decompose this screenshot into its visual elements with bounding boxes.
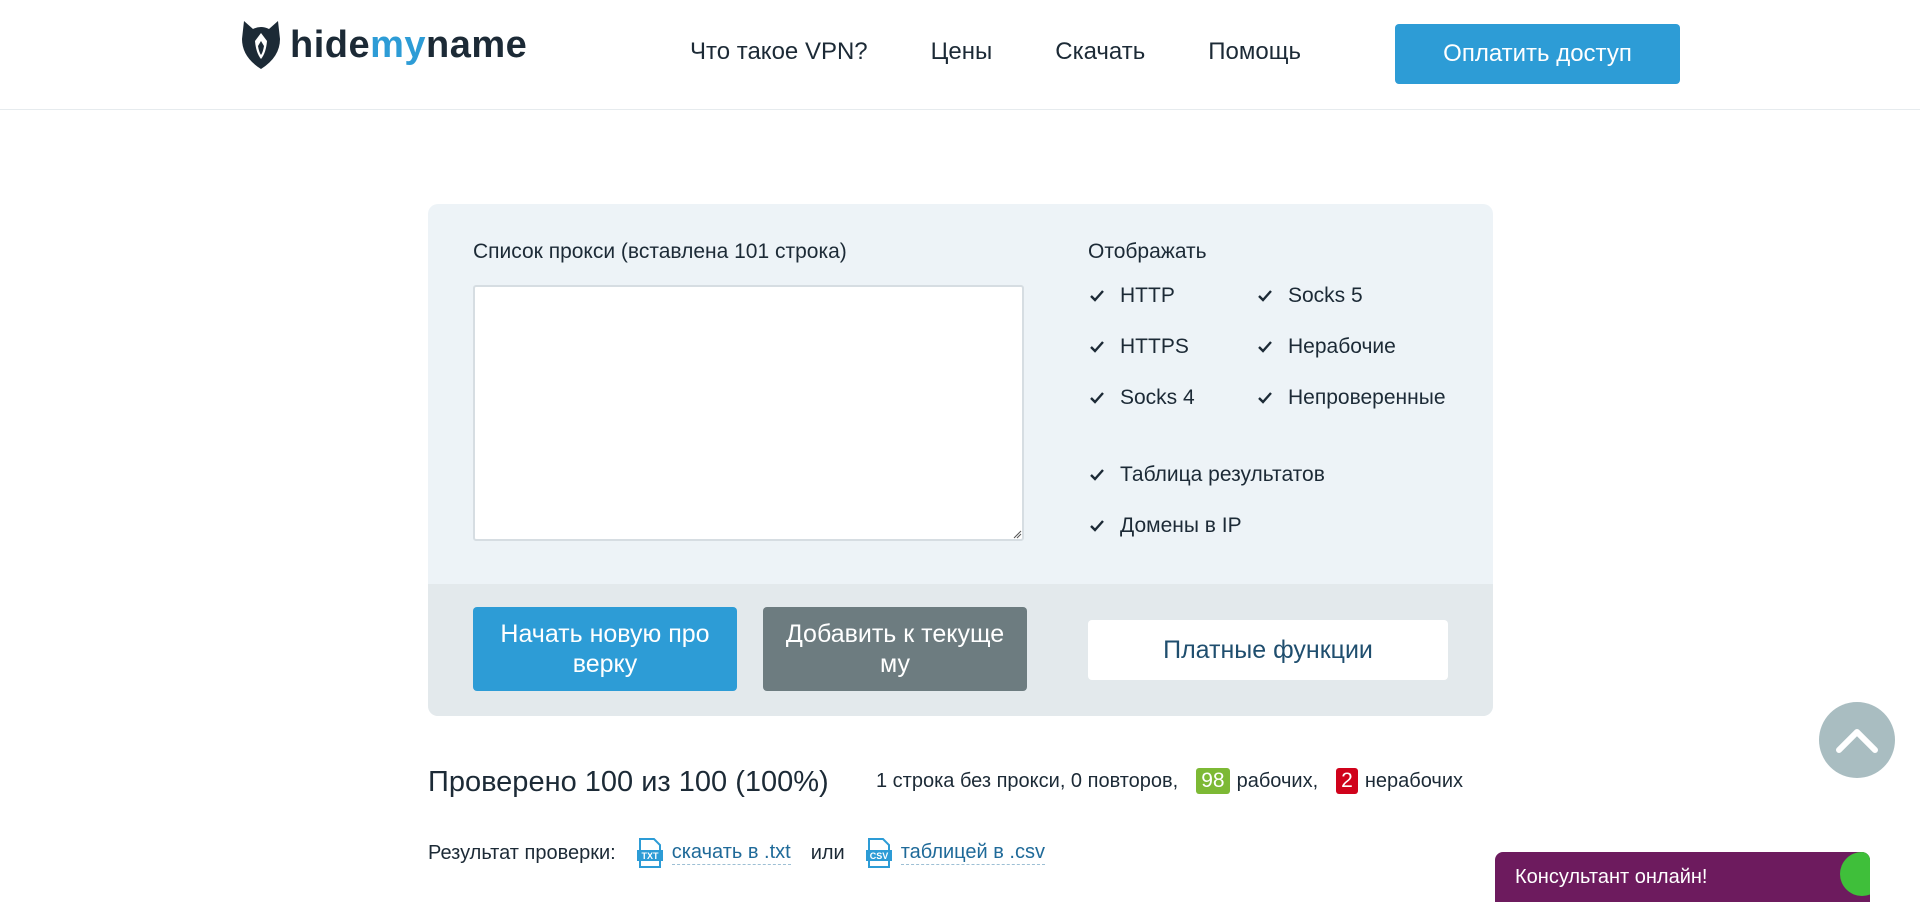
pay-access-button[interactable]: Оплатить доступ: [1395, 24, 1680, 84]
nav-item-what-is-vpn[interactable]: Что такое VPN?: [690, 38, 868, 66]
filter-unchecked-checkbox[interactable]: Непроверенные: [1256, 386, 1446, 410]
filter-socks4-checkbox[interactable]: Socks 4: [1088, 386, 1195, 410]
download-txt-link[interactable]: TXT скачать в .txt: [636, 838, 791, 868]
domains-to-ip-label: Домены в IP: [1120, 514, 1242, 537]
svg-text:TXT: TXT: [641, 851, 659, 861]
consultant-label: Консультант онлайн!: [1515, 865, 1708, 888]
online-status-icon: [1840, 852, 1870, 896]
panel-actions: Начать новую про верку Добавить к текуще…: [428, 584, 1493, 716]
checkmark-icon: [1256, 389, 1274, 407]
checkmark-icon: [1256, 287, 1274, 305]
logo-text: hidemyname: [290, 23, 528, 66]
download-csv-text: таблицей в .csv: [900, 841, 1045, 865]
main-nav: Что такое VPN? Цены Скачать Помощь: [690, 38, 1364, 66]
txt-file-icon: TXT: [636, 838, 663, 868]
start-new-check-button[interactable]: Начать новую про верку: [473, 607, 737, 691]
nav-item-download[interactable]: Скачать: [1055, 38, 1145, 66]
proxy-list-label: Список прокси (вставлена 101 строка): [473, 240, 847, 263]
check-result-row: Результат проверки: TXT скачать в .txt и…: [428, 838, 1045, 868]
working-label: рабочих,: [1236, 769, 1319, 792]
add-to-current-button[interactable]: Добавить к текуще му: [763, 607, 1027, 691]
proxy-list-textarea[interactable]: [473, 285, 1024, 541]
filter-https-checkbox[interactable]: HTTPS: [1088, 335, 1189, 359]
scroll-to-top-button[interactable]: [1819, 702, 1895, 778]
site-header: hidemyname Что такое VPN? Цены Скачать П…: [0, 0, 1920, 110]
filter-nonworking-label: Нерабочие: [1288, 335, 1396, 358]
checkmark-icon: [1088, 338, 1106, 356]
svg-text:CSV: CSV: [869, 851, 888, 861]
proxy-checker-panel: Список прокси (вставлена 101 строка) Ото…: [428, 204, 1493, 716]
download-txt-text: скачать в .txt: [671, 841, 791, 865]
filter-unchecked-label: Непроверенные: [1288, 386, 1446, 409]
fox-shield-icon: [242, 21, 280, 69]
results-table-checkbox[interactable]: Таблица результатов: [1088, 463, 1325, 487]
nav-item-help[interactable]: Помощь: [1208, 38, 1301, 66]
filter-socks4-label: Socks 4: [1120, 386, 1195, 409]
checkmark-icon: [1088, 517, 1106, 535]
csv-file-icon: CSV: [865, 838, 892, 868]
filter-http-checkbox[interactable]: HTTP: [1088, 284, 1175, 308]
resize-grip-icon[interactable]: [1012, 529, 1022, 539]
results-table-label: Таблица результатов: [1120, 463, 1325, 486]
nonworking-label: нерабочих: [1364, 769, 1463, 792]
filter-socks5-label: Socks 5: [1288, 284, 1363, 307]
filter-nonworking-checkbox[interactable]: Нерабочие: [1256, 335, 1396, 359]
chevron-up-icon: [1836, 729, 1878, 753]
filter-https-label: HTTPS: [1120, 335, 1189, 358]
result-label: Результат проверки:: [428, 841, 616, 864]
checkmark-icon: [1088, 466, 1106, 484]
or-text: или: [810, 841, 845, 864]
nonworking-count-badge: 2: [1336, 768, 1358, 794]
checked-summary-title: Проверено 100 из 100 (100%): [428, 766, 829, 798]
checkmark-icon: [1256, 338, 1274, 356]
nav-item-prices[interactable]: Цены: [931, 38, 993, 66]
check-stats: 1 строка без прокси, 0 повторов, 98 рабо…: [876, 768, 1463, 794]
filter-http-label: HTTP: [1120, 284, 1175, 307]
logo[interactable]: hidemyname: [240, 18, 527, 72]
working-count-badge: 98: [1196, 768, 1230, 794]
display-options-label: Отображать: [1088, 240, 1207, 263]
online-consultant-widget[interactable]: Консультант онлайн!: [1495, 852, 1870, 902]
checkmark-icon: [1088, 389, 1106, 407]
paid-features-button[interactable]: Платные функции: [1088, 620, 1448, 680]
domains-to-ip-checkbox[interactable]: Домены в IP: [1088, 514, 1242, 538]
filter-socks5-checkbox[interactable]: Socks 5: [1256, 284, 1363, 308]
stats-summary: 1 строка без прокси, 0 повторов,: [876, 769, 1179, 792]
download-csv-link[interactable]: CSV таблицей в .csv: [865, 838, 1045, 868]
checkmark-icon: [1088, 287, 1106, 305]
